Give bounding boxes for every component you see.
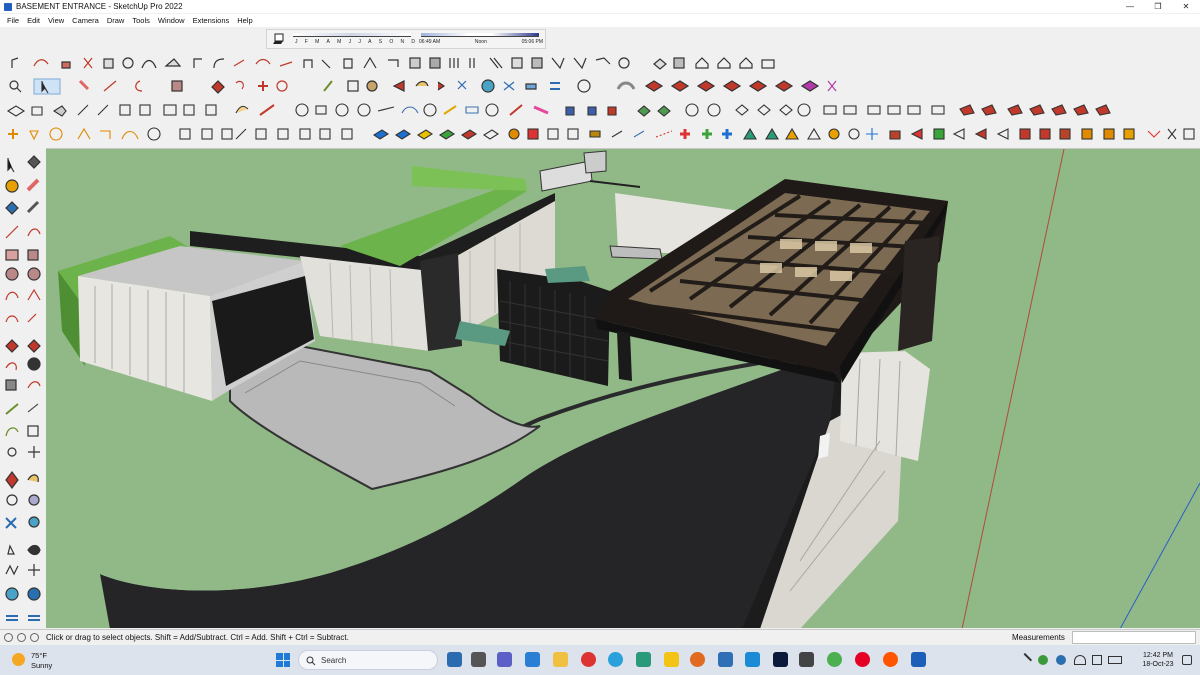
toolbar-row-2-icons[interactable] xyxy=(4,77,854,95)
menu-window[interactable]: Window xyxy=(154,16,189,25)
status-hint: Click or drag to select objects. Shift =… xyxy=(46,633,349,642)
clock-date: 18-Oct-23 xyxy=(1142,661,1174,668)
toolbar-row-4 xyxy=(4,124,1196,144)
widgets-icon[interactable] xyxy=(471,652,486,667)
month-labels: JFMAMJJASOND xyxy=(295,39,415,45)
app-icon-3[interactable] xyxy=(718,652,733,667)
menu-draw[interactable]: Draw xyxy=(103,16,129,25)
left-tools-icons[interactable] xyxy=(0,150,46,628)
left-tools-toolbar xyxy=(0,150,46,628)
time-start-label: 06:49 AM xyxy=(419,39,441,45)
close-button[interactable]: ✕ xyxy=(1172,0,1200,13)
status-icons xyxy=(4,633,39,642)
toolbar-row-2 xyxy=(4,76,854,96)
app-icon-2[interactable] xyxy=(690,652,705,667)
volume-icon[interactable] xyxy=(1092,655,1102,665)
time-noon-label: Noon xyxy=(474,39,487,45)
toolbar-row-1-icons[interactable] xyxy=(4,54,644,72)
measurements-input[interactable] xyxy=(1072,631,1196,644)
geo-location-icon[interactable] xyxy=(4,633,13,642)
toolbar-row-3 xyxy=(4,100,1114,120)
menu-bar: File Edit View Camera Draw Tools Window … xyxy=(0,14,1200,27)
menu-tools[interactable]: Tools xyxy=(128,16,154,25)
windows-taskbar: 75°F Sunny Search 12:42 PM 18-Oct-23 xyxy=(0,645,1200,675)
menu-help[interactable]: Help xyxy=(233,16,256,25)
soundcloud-icon[interactable] xyxy=(883,652,898,667)
model-viewport[interactable] xyxy=(46,148,1200,628)
onedrive-icon[interactable] xyxy=(1056,655,1066,665)
account-icon[interactable] xyxy=(30,633,39,642)
file-explorer-icon[interactable] xyxy=(553,652,568,667)
weather-description: Sunny xyxy=(31,661,53,670)
sketchup-app-icon xyxy=(4,2,12,11)
telegram-icon[interactable] xyxy=(608,652,623,667)
toolbar-row-4-icons[interactable] xyxy=(4,125,1196,143)
search-placeholder: Search xyxy=(321,655,347,665)
shadow-toggle-icon[interactable] xyxy=(273,33,285,45)
wifi-icon[interactable] xyxy=(1074,655,1086,665)
title-bar: BASEMENT ENTRANCE - SketchUp Pro 2022 — … xyxy=(0,0,1200,13)
sketchup-active-icon[interactable] xyxy=(911,652,926,667)
minimize-button[interactable]: — xyxy=(1116,0,1144,13)
opera-icon[interactable] xyxy=(581,652,596,667)
app-tray-icon[interactable] xyxy=(1038,655,1048,665)
menu-edit[interactable]: Edit xyxy=(23,16,44,25)
menu-view[interactable]: View xyxy=(44,16,68,25)
sketchup-taskbar-icon[interactable] xyxy=(745,652,760,667)
task-view-icon[interactable] xyxy=(447,652,462,667)
taskbar-search[interactable]: Search xyxy=(298,650,438,670)
views-toolbar-icons[interactable] xyxy=(650,54,790,72)
menu-camera[interactable]: Camera xyxy=(68,16,103,25)
status-bar: Click or drag to select objects. Shift =… xyxy=(0,629,1200,645)
autodesk-icon[interactable] xyxy=(799,652,814,667)
calculator-icon[interactable] xyxy=(525,652,540,667)
shadows-toolbar: JFMAMJJASOND 06:49 AM Noon 05:06 PM xyxy=(266,29,546,49)
teams-icon[interactable] xyxy=(497,652,512,667)
battery-icon[interactable] xyxy=(1108,656,1122,664)
chevron-up-icon[interactable] xyxy=(1017,652,1033,668)
app-icon-1[interactable] xyxy=(636,652,651,667)
weather-temperature: 75°F xyxy=(31,651,47,660)
photoshop-icon[interactable] xyxy=(773,652,788,667)
menu-extensions[interactable]: Extensions xyxy=(189,16,234,25)
time-slider[interactable] xyxy=(421,33,539,37)
menu-file[interactable]: File xyxy=(3,16,23,25)
chrome-icon[interactable] xyxy=(827,652,842,667)
measurements-label: Measurements xyxy=(1012,633,1065,642)
window-controls: — ❐ ✕ xyxy=(1116,0,1200,13)
month-slider[interactable] xyxy=(293,33,411,37)
time-end-label: 05:06 PM xyxy=(521,39,543,45)
window-title: BASEMENT ENTRANCE - SketchUp Pro 2022 xyxy=(16,2,183,11)
clock-time: 12:42 PM xyxy=(1143,652,1173,659)
basement-entrance-model xyxy=(46,149,1200,628)
credits-icon[interactable] xyxy=(17,633,26,642)
weather-sun-icon[interactable] xyxy=(12,653,25,666)
time-labels: 06:49 AM Noon 05:06 PM xyxy=(419,39,543,45)
search-icon xyxy=(306,656,316,666)
notifications-icon[interactable] xyxy=(1182,655,1192,665)
pinterest-icon[interactable] xyxy=(855,652,870,667)
toolbar-row-3-icons[interactable] xyxy=(4,101,1114,119)
toolbar-row-1 xyxy=(4,53,790,73)
start-windows-icon[interactable] xyxy=(276,653,290,667)
sketchup-window: BASEMENT ENTRANCE - SketchUp Pro 2022 — … xyxy=(0,0,1200,675)
clock[interactable]: 12:42 PM 18-Oct-23 xyxy=(1138,651,1178,669)
sticky-notes-icon[interactable] xyxy=(664,652,679,667)
restore-button[interactable]: ❐ xyxy=(1144,0,1172,13)
